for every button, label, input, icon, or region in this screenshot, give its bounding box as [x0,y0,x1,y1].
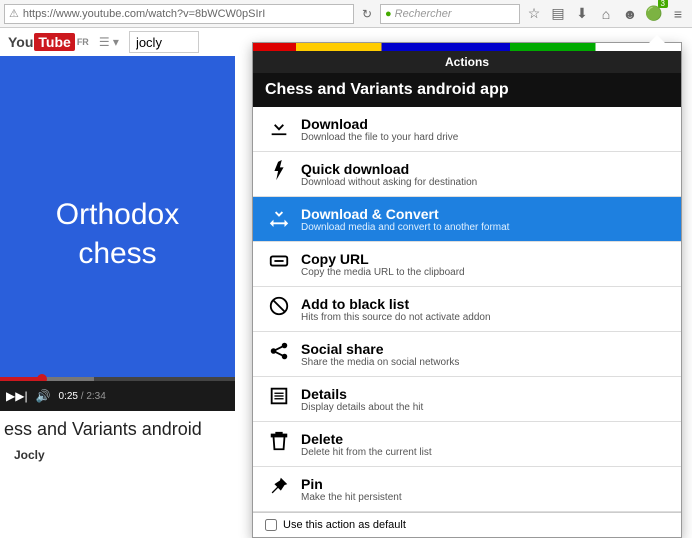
action-sub: Delete hit from the current list [301,447,669,458]
action-download[interactable]: DownloadDownload the file to your hard d… [253,107,681,152]
warning-icon: ⚠ [9,7,19,20]
overlay-line2: chess [56,234,179,273]
logo-tube: Tube [34,33,74,51]
action-social-share[interactable]: Social shareShare the media on social ne… [253,332,681,377]
action-sub: Share the media on social networks [301,357,669,368]
action-sub: Make the hit persistent [301,492,669,503]
action-sub: Copy the media URL to the clipboard [301,267,669,278]
video-overlay-text: Orthodox chess [56,195,179,273]
extension-icon[interactable]: 🟢3 [644,5,664,22]
url-text: https://www.youtube.com/watch?v=8bWCW0pS… [23,8,265,20]
convert-icon [265,205,293,233]
action-label: Copy URL [301,251,669,267]
trash-icon [265,430,293,458]
default-label: Use this action as default [283,519,406,531]
action-pin[interactable]: PinMake the hit persistent [253,467,681,512]
search-glass-icon: ● [385,8,392,20]
library-icon[interactable]: ▤ [548,5,568,22]
actions-popup: Actions Chess and Variants android app D… [252,42,682,538]
share-icon [265,340,293,368]
action-details[interactable]: DetailsDisplay details about the hit [253,377,681,422]
time-total: 2:34 [86,391,105,402]
overlay-line1: Orthodox [56,195,179,234]
action-label: Download & Convert [301,206,669,222]
youtube-search-input[interactable] [129,31,199,53]
action-label: Pin [301,476,669,492]
action-label: Add to black list [301,296,669,312]
chat-icon[interactable]: ☻ [620,6,640,22]
action-sub: Display details about the hit [301,402,669,413]
guide-menu-icon[interactable]: ☰ ▾ [99,35,119,49]
block-icon [265,295,293,323]
below-video: ess and Variants android Jocly [0,411,235,470]
popup-color-stripe [253,43,681,51]
action-quick-download[interactable]: Quick downloadDownload without asking fo… [253,152,681,197]
action-download-convert[interactable]: Download & ConvertDownload media and con… [253,197,681,242]
search-placeholder: Rechercher [395,8,452,20]
video-player[interactable]: Orthodox chess ▶▶| 🔊 0:25 / 2:34 [0,56,235,411]
action-sub: Hits from this source do not activate ad… [301,312,669,323]
youtube-logo[interactable]: YouTubeFR [8,33,89,51]
action-copy-url[interactable]: Copy URLCopy the media URL to the clipbo… [253,242,681,287]
action-blacklist[interactable]: Add to black listHits from this source d… [253,287,681,332]
download-icon [265,115,293,143]
browser-toolbar: ⚠ https://www.youtube.com/watch?v=8bWCW0… [0,0,692,28]
ext-badge: 3 [658,0,668,8]
home-icon[interactable]: ⌂ [596,6,616,22]
pin-icon [265,475,293,503]
popup-header: Actions [253,51,681,73]
action-label: Details [301,386,669,402]
link-icon [265,250,293,278]
action-sub: Download media and convert to another fo… [301,222,669,233]
bolt-download-icon [265,160,293,188]
video-title: ess and Variants android [4,419,231,440]
action-sub: Download without asking for destination [301,177,669,188]
menu-icon[interactable]: ≡ [668,6,688,22]
download-arrow-icon[interactable]: ⬇ [572,5,592,22]
browser-search[interactable]: ● Rechercher [380,4,520,24]
video-controls: ▶▶| 🔊 0:25 / 2:34 [0,381,235,411]
popup-title: Chess and Variants android app [253,73,681,107]
volume-icon[interactable]: 🔊 [36,389,51,403]
video-column: Orthodox chess ▶▶| 🔊 0:25 / 2:34 ess and… [0,56,235,470]
action-label: Social share [301,341,669,357]
details-icon [265,385,293,413]
default-checkbox[interactable] [265,519,277,531]
action-delete[interactable]: DeleteDelete hit from the current list [253,422,681,467]
bookmark-icon[interactable]: ☆ [524,5,544,22]
action-sub: Download the file to your hard drive [301,132,669,143]
action-label: Download [301,116,669,132]
time-current: 0:25 [59,391,78,402]
popup-arrow [649,35,665,43]
action-label: Delete [301,431,669,447]
time-display: 0:25 / 2:34 [59,391,106,402]
reload-icon[interactable]: ↻ [358,7,376,21]
channel-name[interactable]: Jocly [4,448,231,462]
url-bar[interactable]: ⚠ https://www.youtube.com/watch?v=8bWCW0… [4,4,354,24]
logo-locale: FR [77,37,89,47]
next-icon[interactable]: ▶▶| [6,389,28,403]
popup-footer: Use this action as default [253,512,681,537]
logo-you: You [8,34,33,50]
action-label: Quick download [301,161,669,177]
